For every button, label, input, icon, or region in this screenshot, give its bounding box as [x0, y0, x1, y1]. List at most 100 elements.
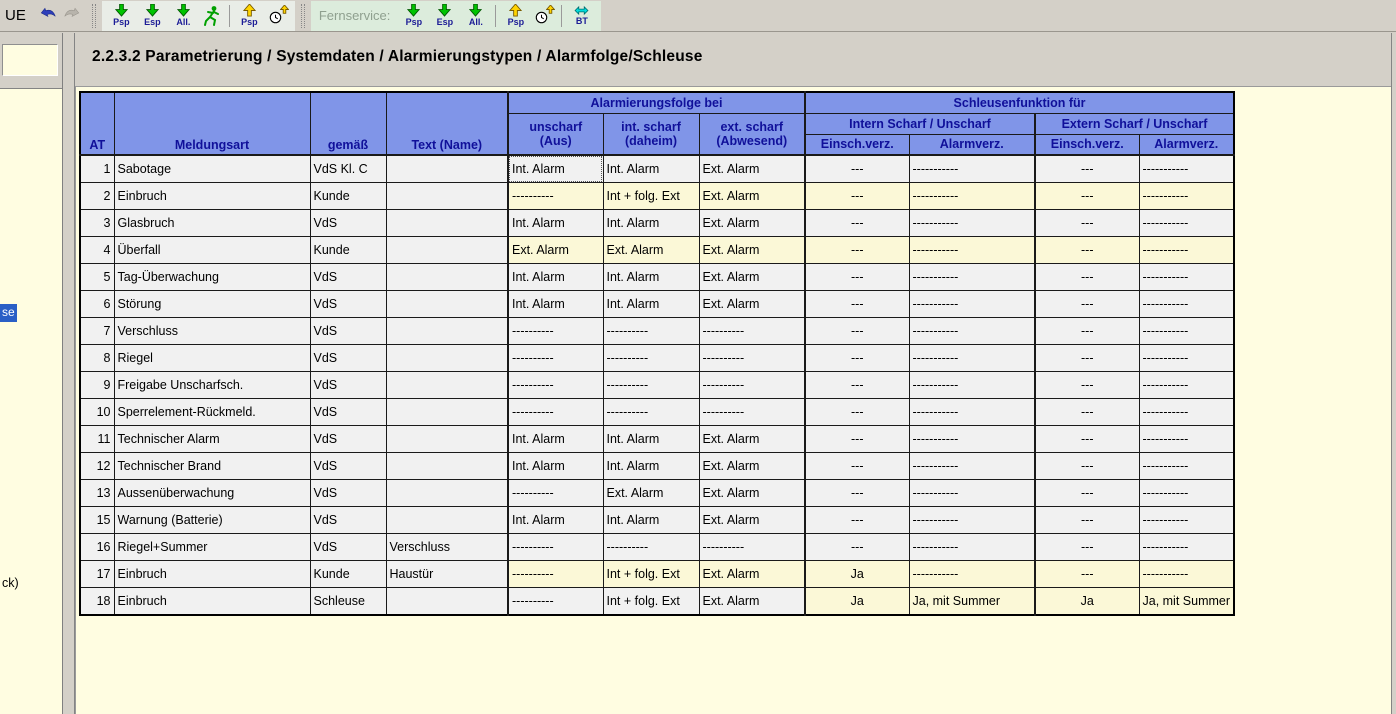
- cell-text_name[interactable]: [386, 399, 508, 426]
- cell-extern_einschverz[interactable]: ---: [1035, 426, 1139, 453]
- cell-gemaess[interactable]: Kunde: [310, 183, 386, 210]
- cell-gemaess[interactable]: VdS: [310, 372, 386, 399]
- cell-int_scharf_daheim[interactable]: Int + folg. Ext: [603, 183, 699, 210]
- cell-extern_alarmverz[interactable]: -----------: [1139, 210, 1234, 237]
- cell-extern_einschverz[interactable]: ---: [1035, 183, 1139, 210]
- cell-text_name[interactable]: [386, 237, 508, 264]
- cell-gemaess[interactable]: VdS: [310, 210, 386, 237]
- cell-extern_einschverz[interactable]: ---: [1035, 210, 1139, 237]
- cell-extern_alarmverz[interactable]: -----------: [1139, 291, 1234, 318]
- cell-meldungsart[interactable]: Technischer Alarm: [114, 426, 310, 453]
- cell-intern_alarmverz[interactable]: -----------: [909, 534, 1035, 561]
- cell-ext_scharf_abwesend[interactable]: Ext. Alarm: [699, 453, 805, 480]
- cell-gemaess[interactable]: Kunde: [310, 561, 386, 588]
- cell-ext_scharf_abwesend[interactable]: Ext. Alarm: [699, 237, 805, 264]
- cell-unscharf_aus[interactable]: Int. Alarm: [508, 291, 603, 318]
- fernservice-clock-upload-button[interactable]: [531, 3, 557, 29]
- cell-intern_einschverz[interactable]: ---: [805, 507, 909, 534]
- cell-intern_alarmverz[interactable]: Ja, mit Summer: [909, 588, 1035, 616]
- cell-text_name[interactable]: [386, 264, 508, 291]
- cell-gemaess[interactable]: VdS: [310, 264, 386, 291]
- cell-meldungsart[interactable]: Sabotage: [114, 155, 310, 183]
- cell-extern_einschverz[interactable]: ---: [1035, 291, 1139, 318]
- cell-ext_scharf_abwesend[interactable]: Ext. Alarm: [699, 210, 805, 237]
- cell-meldungsart[interactable]: Sperrelement-Rückmeld.: [114, 399, 310, 426]
- cell-intern_alarmverz[interactable]: -----------: [909, 345, 1035, 372]
- cell-ext_scharf_abwesend[interactable]: Ext. Alarm: [699, 264, 805, 291]
- cell-meldungsart[interactable]: Störung: [114, 291, 310, 318]
- cell-at[interactable]: 1: [80, 155, 114, 183]
- cell-at[interactable]: 4: [80, 237, 114, 264]
- cell-extern_alarmverz[interactable]: -----------: [1139, 480, 1234, 507]
- cell-meldungsart[interactable]: Einbruch: [114, 588, 310, 616]
- cell-extern_einschverz[interactable]: ---: [1035, 507, 1139, 534]
- cell-at[interactable]: 2: [80, 183, 114, 210]
- psp-download-button[interactable]: Psp: [106, 2, 137, 30]
- cell-intern_alarmverz[interactable]: -----------: [909, 291, 1035, 318]
- cell-extern_einschverz[interactable]: ---: [1035, 264, 1139, 291]
- cell-at[interactable]: 18: [80, 588, 114, 616]
- cell-ext_scharf_abwesend[interactable]: ----------: [699, 534, 805, 561]
- cell-extern_einschverz[interactable]: ---: [1035, 480, 1139, 507]
- cell-extern_alarmverz[interactable]: -----------: [1139, 399, 1234, 426]
- cell-ext_scharf_abwesend[interactable]: Ext. Alarm: [699, 480, 805, 507]
- cell-intern_einschverz[interactable]: ---: [805, 318, 909, 345]
- cell-extern_einschverz[interactable]: ---: [1035, 453, 1139, 480]
- cell-int_scharf_daheim[interactable]: Ext. Alarm: [603, 237, 699, 264]
- cell-gemaess[interactable]: VdS: [310, 291, 386, 318]
- cell-extern_alarmverz[interactable]: -----------: [1139, 507, 1234, 534]
- cell-at[interactable]: 15: [80, 507, 114, 534]
- all-download-button[interactable]: All.: [168, 2, 199, 30]
- cell-intern_einschverz[interactable]: ---: [805, 399, 909, 426]
- cell-intern_einschverz[interactable]: ---: [805, 264, 909, 291]
- cell-meldungsart[interactable]: Freigabe Unscharfsch.: [114, 372, 310, 399]
- cell-intern_alarmverz[interactable]: -----------: [909, 507, 1035, 534]
- cell-intern_alarmverz[interactable]: -----------: [909, 318, 1035, 345]
- cell-ext_scharf_abwesend[interactable]: ----------: [699, 345, 805, 372]
- cell-text_name[interactable]: [386, 183, 508, 210]
- cell-intern_einschverz[interactable]: ---: [805, 237, 909, 264]
- cell-ext_scharf_abwesend[interactable]: ----------: [699, 399, 805, 426]
- cell-unscharf_aus[interactable]: Int. Alarm: [508, 426, 603, 453]
- cell-extern_einschverz[interactable]: Ja: [1035, 588, 1139, 616]
- cell-ext_scharf_abwesend[interactable]: Ext. Alarm: [699, 291, 805, 318]
- cell-gemaess[interactable]: Kunde: [310, 237, 386, 264]
- cell-unscharf_aus[interactable]: ----------: [508, 372, 603, 399]
- cell-gemaess[interactable]: VdS: [310, 399, 386, 426]
- cell-unscharf_aus[interactable]: ----------: [508, 318, 603, 345]
- cell-extern_einschverz[interactable]: ---: [1035, 534, 1139, 561]
- cell-unscharf_aus[interactable]: ----------: [508, 345, 603, 372]
- cell-unscharf_aus[interactable]: Ext. Alarm: [508, 237, 603, 264]
- cell-intern_einschverz[interactable]: ---: [805, 291, 909, 318]
- cell-intern_alarmverz[interactable]: -----------: [909, 183, 1035, 210]
- cell-extern_alarmverz[interactable]: -----------: [1139, 345, 1234, 372]
- cell-ext_scharf_abwesend[interactable]: ----------: [699, 318, 805, 345]
- left-panel-input[interactable]: [2, 44, 58, 76]
- cell-at[interactable]: 6: [80, 291, 114, 318]
- cell-intern_alarmverz[interactable]: -----------: [909, 210, 1035, 237]
- cell-gemaess[interactable]: VdS: [310, 453, 386, 480]
- cell-meldungsart[interactable]: Tag-Überwachung: [114, 264, 310, 291]
- cell-meldungsart[interactable]: Überfall: [114, 237, 310, 264]
- cell-unscharf_aus[interactable]: Int. Alarm: [508, 155, 603, 183]
- cell-meldungsart[interactable]: Riegel: [114, 345, 310, 372]
- cell-extern_alarmverz[interactable]: -----------: [1139, 318, 1234, 345]
- cell-at[interactable]: 5: [80, 264, 114, 291]
- fernservice-psp-download-button[interactable]: Psp: [398, 2, 429, 30]
- cell-ext_scharf_abwesend[interactable]: Ext. Alarm: [699, 183, 805, 210]
- cell-intern_einschverz[interactable]: ---: [805, 534, 909, 561]
- cell-gemaess[interactable]: VdS: [310, 426, 386, 453]
- cell-at[interactable]: 3: [80, 210, 114, 237]
- cell-int_scharf_daheim[interactable]: Int. Alarm: [603, 453, 699, 480]
- tree-item-clipped[interactable]: ck): [2, 576, 19, 590]
- cell-intern_alarmverz[interactable]: -----------: [909, 264, 1035, 291]
- cell-intern_einschverz[interactable]: ---: [805, 155, 909, 183]
- cell-gemaess[interactable]: Schleuse: [310, 588, 386, 616]
- cell-text_name[interactable]: [386, 588, 508, 616]
- clock-upload-button[interactable]: [265, 3, 291, 29]
- cell-extern_alarmverz[interactable]: -----------: [1139, 237, 1234, 264]
- navigation-tree[interactable]: se ck): [0, 88, 62, 714]
- cell-intern_einschverz[interactable]: Ja: [805, 561, 909, 588]
- cell-extern_alarmverz[interactable]: -----------: [1139, 453, 1234, 480]
- cell-int_scharf_daheim[interactable]: ----------: [603, 345, 699, 372]
